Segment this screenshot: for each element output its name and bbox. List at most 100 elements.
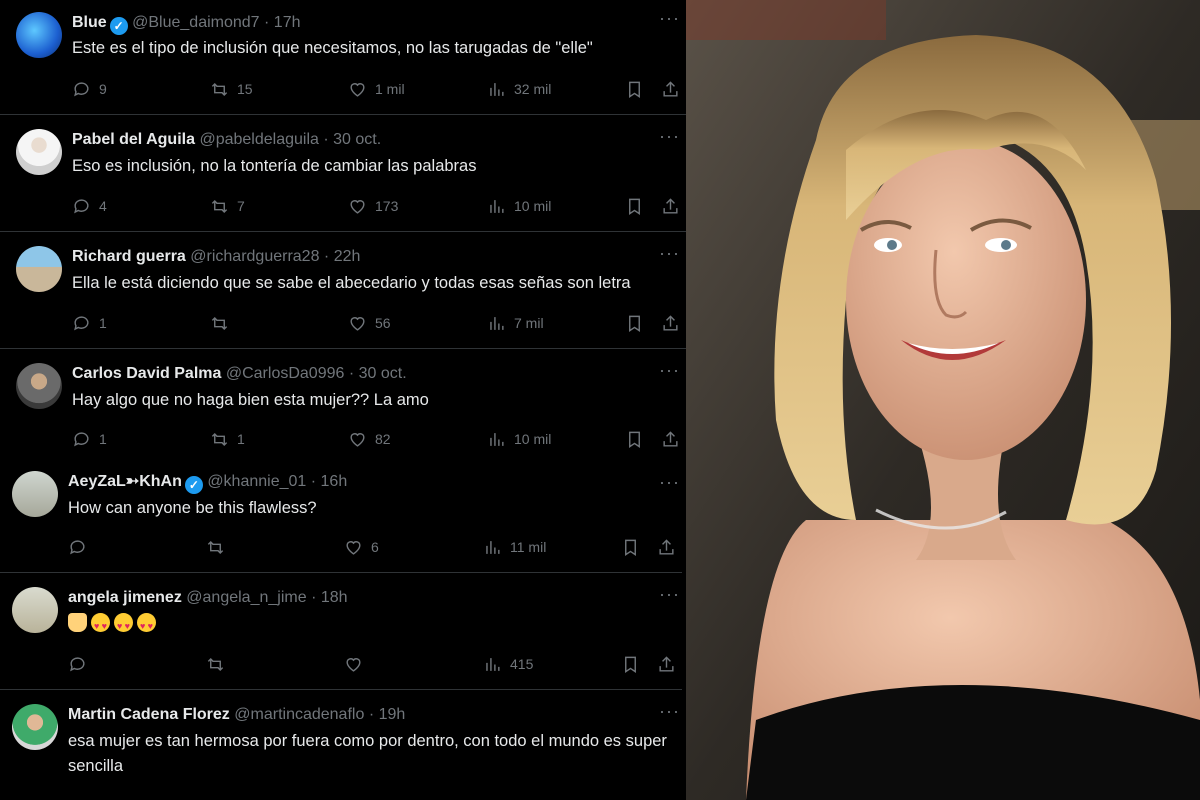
avatar[interactable] [16, 129, 62, 175]
timestamp[interactable]: 19h [379, 706, 406, 723]
views-icon [490, 199, 504, 213]
repost-button[interactable]: 15 [210, 78, 253, 100]
more-dots-icon[interactable]: ··· [659, 126, 680, 147]
tweet[interactable]: Carlos David Palma @CarlosDa0996 · 30 oc… [0, 350, 686, 462]
tweet-reply-feed: Blue ✓ @Blue_daimond7 · 17h ··· Este es e… [0, 0, 686, 800]
like-button[interactable]: 82 [348, 428, 391, 450]
avatar[interactable] [12, 704, 58, 750]
reply-button[interactable] [68, 653, 95, 675]
photo-woman-smiling [686, 0, 1200, 800]
more-dots-icon[interactable]: ··· [659, 243, 680, 264]
handle[interactable]: @angela_n_jime [186, 589, 306, 606]
reply-icon [70, 656, 85, 671]
views-button[interactable]: 10 mil [487, 428, 551, 450]
reply-icon [74, 431, 89, 446]
repost-button[interactable]: 7 [210, 195, 245, 217]
share-icon [663, 197, 678, 214]
share-button[interactable] [661, 78, 680, 100]
timestamp[interactable]: 16h [321, 473, 348, 490]
tweet[interactable]: Richard guerra @richardguerra28 · 22h ··… [0, 233, 686, 349]
repost-button[interactable]: 1 [210, 428, 245, 450]
reply-button[interactable]: 1 [72, 312, 107, 334]
share-button[interactable] [661, 195, 680, 217]
reply-button[interactable]: 9 [72, 78, 107, 100]
repost-button[interactable] [206, 536, 233, 558]
separator: · [311, 589, 317, 606]
share-button[interactable] [657, 653, 676, 675]
handle[interactable]: @khannie_01 [207, 473, 306, 490]
bookmark-icon [629, 81, 640, 98]
views-button[interactable]: 10 mil [487, 195, 551, 217]
timestamp[interactable]: 17h [274, 14, 301, 31]
tweet-header: Blue ✓ @Blue_daimond7 · 17h [72, 12, 636, 35]
avatar[interactable] [16, 363, 62, 409]
bookmark-button[interactable] [625, 312, 644, 334]
more-dots-icon[interactable]: ··· [659, 584, 680, 605]
tweet[interactable]: Blue ✓ @Blue_daimond7 · 17h ··· Este es e… [0, 0, 686, 115]
bookmark-button[interactable] [621, 653, 640, 675]
more-dots-icon[interactable]: ··· [659, 472, 680, 493]
share-icon [659, 655, 674, 672]
like-button[interactable]: 6 [344, 536, 379, 558]
share-icon [663, 80, 678, 97]
like-button[interactable] [344, 653, 371, 675]
bookmark-icon [625, 656, 636, 673]
timestamp[interactable]: 18h [321, 589, 348, 606]
like-count: 6 [371, 539, 379, 555]
more-dots-icon[interactable]: ··· [659, 8, 680, 29]
handle[interactable]: @Blue_daimond7 [132, 14, 259, 31]
timestamp[interactable]: 22h [334, 248, 361, 265]
bookmark-button[interactable] [625, 78, 644, 100]
avatar[interactable] [12, 471, 58, 517]
handle[interactable]: @CarlosDa0996 [226, 365, 345, 382]
like-button[interactable]: 56 [348, 312, 391, 334]
reply-button[interactable] [68, 536, 95, 558]
display-name[interactable]: Martin Cadena Florez [68, 706, 230, 723]
tweet[interactable]: Martin Cadena Florez @martincadenaflo · … [0, 691, 682, 800]
tweet-actions: 9 15 1 mil 32 mil [72, 78, 678, 102]
share-button[interactable] [661, 312, 680, 334]
display-name[interactable]: Carlos David Palma [72, 365, 221, 382]
display-name[interactable]: angela jimenez [68, 589, 182, 606]
more-dots-icon[interactable]: ··· [659, 701, 680, 722]
handle[interactable]: @richardguerra28 [190, 248, 319, 265]
display-name[interactable]: Richard guerra [72, 248, 186, 265]
bookmark-button[interactable] [621, 536, 640, 558]
tweet[interactable]: Pabel del Aguila @pabeldelaguila · 30 oc… [0, 116, 686, 232]
bookmark-button[interactable] [625, 428, 644, 450]
repost-button[interactable] [210, 312, 237, 334]
like-button[interactable]: 173 [348, 195, 398, 217]
repost-count: 7 [237, 198, 245, 214]
avatar[interactable] [16, 12, 62, 58]
more-dots-icon[interactable]: ··· [659, 360, 680, 381]
share-button[interactable] [661, 428, 680, 450]
tweet-emojis [68, 612, 668, 639]
handle[interactable]: @martincadenaflo [234, 706, 364, 723]
views-button[interactable]: 32 mil [487, 78, 551, 100]
avatar[interactable] [16, 246, 62, 292]
repost-icon [211, 82, 228, 96]
tweet[interactable]: AeyZaL➳KhAn ✓ @khannie_01 · 16h ··· How c… [0, 462, 682, 573]
display-name[interactable]: Blue [72, 14, 107, 31]
bookmark-button[interactable] [625, 195, 644, 217]
tweet-actions: 4 7 173 10 mil [72, 195, 678, 219]
views-button[interactable]: 7 mil [487, 312, 544, 334]
timestamp[interactable]: 30 oct. [333, 131, 381, 148]
reply-button[interactable]: 1 [72, 428, 107, 450]
handle[interactable]: @pabeldelaguila [199, 131, 318, 148]
tweet[interactable]: angela jimenez @angela_n_jime · 18h ··· … [0, 574, 682, 690]
share-button[interactable] [657, 536, 676, 558]
heart-icon [350, 432, 365, 447]
views-button[interactable]: 415 [483, 653, 533, 675]
avatar[interactable] [12, 587, 58, 633]
reply-button[interactable]: 4 [72, 195, 107, 217]
portrait-illustration [686, 0, 1200, 800]
display-name[interactable]: AeyZaL➳KhAn [68, 473, 182, 490]
views-button[interactable]: 11 mil [483, 536, 546, 558]
like-button[interactable]: 1 mil [348, 78, 405, 100]
repost-button[interactable] [206, 653, 233, 675]
heart-icon [350, 316, 365, 331]
display-name[interactable]: Pabel del Aguila [72, 131, 195, 148]
like-count: 1 mil [375, 81, 405, 97]
timestamp[interactable]: 30 oct. [359, 365, 407, 382]
